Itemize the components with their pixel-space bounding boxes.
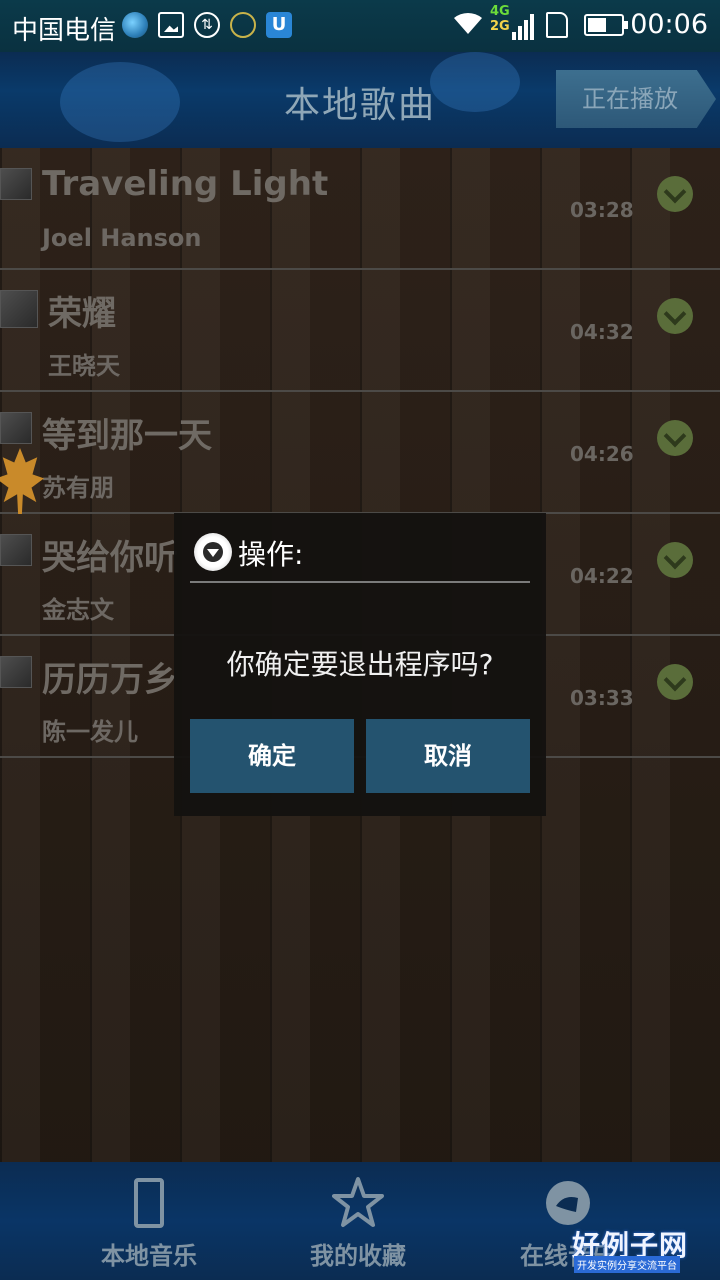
watermark-subtitle: 开发实例分享交流平台 bbox=[574, 1256, 680, 1273]
song-artist: 苏有朋 bbox=[42, 474, 114, 502]
dialog-message: 你确定要退出程序吗? bbox=[226, 648, 494, 681]
album-thumbnail bbox=[0, 656, 32, 688]
song-artist: Joel Hanson bbox=[42, 224, 202, 252]
chevron-down-icon[interactable] bbox=[657, 420, 693, 456]
nav-label: 本地音乐 bbox=[101, 1242, 197, 1270]
dialog-header: 操作: bbox=[190, 529, 530, 583]
now-playing-button[interactable]: 正在播放 bbox=[556, 70, 716, 128]
u-app-icon: U bbox=[266, 12, 292, 38]
phone-icon bbox=[134, 1178, 164, 1228]
chevron-down-icon[interactable] bbox=[657, 298, 693, 334]
signal-icon bbox=[512, 14, 534, 40]
globe-music-icon bbox=[546, 1181, 590, 1225]
dropdown-circle-icon bbox=[194, 533, 232, 571]
wifi-icon bbox=[454, 12, 482, 34]
song-duration: 03:33 bbox=[570, 686, 634, 710]
album-thumbnail bbox=[0, 168, 32, 200]
chevron-down-icon[interactable] bbox=[657, 176, 693, 212]
song-artist: 陈一发儿 bbox=[42, 718, 138, 746]
star-icon bbox=[332, 1177, 384, 1227]
song-artist: 王晓天 bbox=[48, 352, 120, 380]
album-thumbnail bbox=[0, 412, 32, 444]
nav-local-music[interactable]: 本地音乐 bbox=[49, 1162, 249, 1280]
network-type: 4G 2G bbox=[490, 4, 510, 34]
confirm-button[interactable]: 确定 bbox=[190, 719, 354, 793]
song-duration: 04:22 bbox=[570, 564, 634, 588]
status-bar: 中国电信 ⇅ U 4G 2G 00:06 bbox=[0, 0, 720, 52]
carrier-label: 中国电信 bbox=[12, 16, 117, 46]
song-artist: 金志文 bbox=[42, 596, 114, 624]
song-duration: 03:28 bbox=[570, 198, 634, 222]
song-title: Traveling Light bbox=[42, 164, 329, 204]
nav-favorites[interactable]: 我的收藏 bbox=[258, 1162, 458, 1280]
album-thumbnail bbox=[0, 290, 38, 328]
cancel-button[interactable]: 取消 bbox=[366, 719, 530, 793]
app-header: 本地歌曲 正在播放 bbox=[0, 52, 720, 148]
song-duration: 04:26 bbox=[570, 442, 634, 466]
exit-dialog: 操作: 你确定要退出程序吗? 确定 取消 bbox=[174, 513, 546, 816]
album-thumbnail bbox=[0, 534, 32, 566]
song-duration: 04:32 bbox=[570, 320, 634, 344]
song-title: 荣耀 bbox=[48, 294, 116, 334]
song-title: 哭给你听 bbox=[42, 538, 178, 578]
list-item[interactable]: 等到那一天 苏有朋 04:26 bbox=[0, 392, 720, 514]
site-watermark: 好例子网 开发实例分享交流平台 bbox=[572, 1224, 692, 1274]
globe-icon bbox=[122, 12, 148, 38]
battery-icon bbox=[584, 14, 628, 36]
song-title: 等到那一天 bbox=[42, 416, 212, 456]
face-icon bbox=[230, 12, 256, 38]
list-item[interactable]: 荣耀 王晓天 04:32 bbox=[0, 270, 720, 392]
list-item[interactable]: Traveling Light Joel Hanson 03:28 bbox=[0, 148, 720, 270]
sync-icon: ⇅ bbox=[194, 12, 220, 38]
chevron-down-icon[interactable] bbox=[657, 664, 693, 700]
chevron-down-icon[interactable] bbox=[657, 542, 693, 578]
image-icon bbox=[158, 12, 184, 38]
clock: 00:06 bbox=[630, 9, 708, 40]
song-title: 历历万乡 bbox=[42, 660, 178, 700]
nav-label: 我的收藏 bbox=[310, 1242, 406, 1270]
dialog-title: 操作: bbox=[238, 538, 304, 571]
sim-icon bbox=[546, 12, 568, 38]
